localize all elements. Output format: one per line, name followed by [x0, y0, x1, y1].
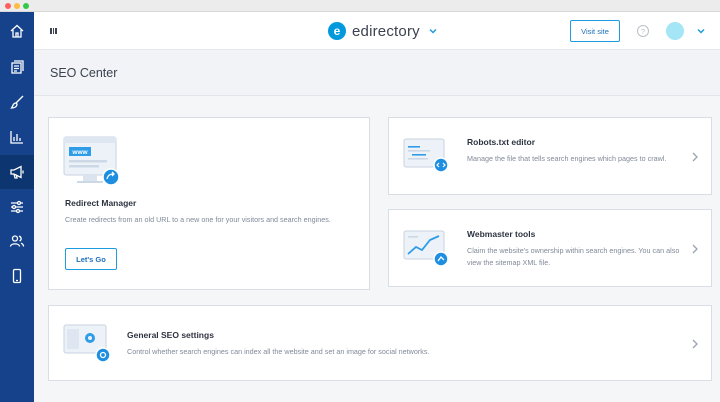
- robots-txt-card[interactable]: Robots.txt editor Manage the file that t…: [388, 117, 712, 195]
- page-title: SEO Center: [50, 66, 118, 80]
- robots-illustration-icon: [403, 138, 449, 173]
- megaphone-icon: [10, 165, 24, 179]
- settings-illustration-icon: [63, 324, 111, 363]
- webmaster-tools-description: Claim the website's ownership within sea…: [467, 246, 680, 267]
- home-icon: [10, 24, 24, 38]
- robots-txt-description: Manage the file that tells search engine…: [467, 154, 667, 163]
- sidebar-item-reports[interactable]: [0, 120, 34, 154]
- users-icon: [9, 235, 25, 247]
- window-maximize-button[interactable]: [23, 3, 29, 9]
- redirect-manager-card: www Redirect Manager Create redirects fr…: [48, 117, 370, 290]
- bar-chart-icon: [10, 131, 23, 144]
- top-bar: e edirectory Visit site ?: [34, 12, 720, 50]
- pages-icon: [11, 60, 24, 74]
- chevron-down-icon[interactable]: [696, 26, 706, 36]
- mobile-icon: [12, 268, 22, 284]
- general-seo-title: General SEO settings: [127, 330, 214, 340]
- window-close-button[interactable]: [5, 3, 11, 9]
- main-content: www Redirect Manager Create redirects fr…: [34, 96, 720, 402]
- page-header: SEO Center: [34, 50, 720, 96]
- sidebar-item-users[interactable]: [0, 224, 34, 258]
- robots-txt-title: Robots.txt editor: [467, 137, 535, 147]
- visit-site-button[interactable]: Visit site: [570, 20, 620, 42]
- brush-icon: [10, 95, 24, 109]
- redirect-manager-description: Create redirects from an old URL to a ne…: [65, 215, 331, 224]
- general-seo-description: Control whether search engines can index…: [127, 347, 430, 356]
- chevron-right-icon: [692, 339, 698, 349]
- sidebar-item-design[interactable]: [0, 85, 34, 119]
- webmaster-illustration-icon: [403, 230, 449, 267]
- sidebar-item-pages[interactable]: [0, 50, 34, 84]
- site-switcher[interactable]: e edirectory: [328, 21, 438, 41]
- webmaster-tools-title: Webmaster tools: [467, 229, 536, 239]
- chevron-right-icon: [692, 244, 698, 254]
- brand-logo: e: [328, 22, 346, 40]
- avatar[interactable]: [666, 22, 684, 40]
- redirect-manager-title: Redirect Manager: [65, 198, 137, 208]
- window-titlebar: [0, 0, 720, 12]
- brand-name: edirectory: [352, 22, 420, 40]
- sidebar: [0, 12, 34, 402]
- redirect-illustration-icon: www: [63, 136, 120, 186]
- sidebar-item-promote[interactable]: [0, 155, 34, 189]
- hamburger-icon[interactable]: [50, 28, 57, 34]
- www-label: www: [71, 149, 88, 156]
- chevron-down-icon: [429, 28, 437, 34]
- help-icon[interactable]: ?: [637, 25, 649, 37]
- sidebar-item-settings[interactable]: [0, 190, 34, 224]
- webmaster-tools-card[interactable]: Webmaster tools Claim the website's owne…: [388, 209, 712, 287]
- sliders-icon: [11, 200, 23, 214]
- sidebar-item-home[interactable]: [0, 14, 34, 48]
- window-minimize-button[interactable]: [14, 3, 20, 9]
- sidebar-item-mobile[interactable]: [0, 259, 34, 293]
- chevron-right-icon: [692, 152, 698, 162]
- lets-go-button[interactable]: Let's Go: [65, 248, 117, 270]
- general-seo-settings-card[interactable]: General SEO settings Control whether sea…: [48, 305, 712, 381]
